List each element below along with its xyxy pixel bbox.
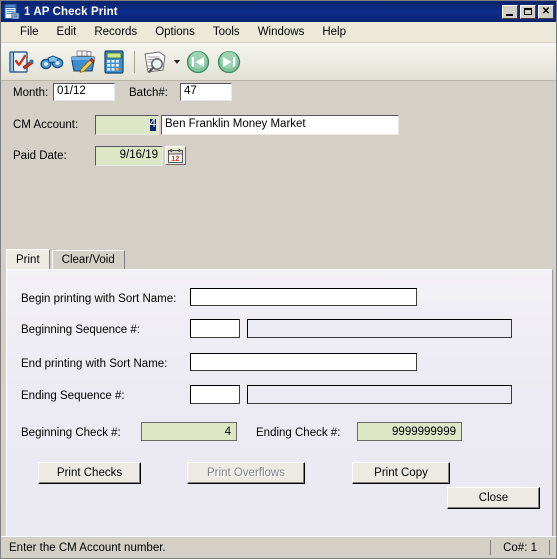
maximize-button[interactable] xyxy=(520,4,536,19)
window-title: 1 AP Check Print xyxy=(24,5,118,18)
print-tab-panel: Begin printing with Sort Name: Beginning… xyxy=(6,269,553,558)
svg-text:12: 12 xyxy=(171,154,179,163)
status-company: Co#: 1 xyxy=(490,540,550,555)
cm-account-label: CM Account: xyxy=(13,119,79,131)
menu-item-help[interactable]: Help xyxy=(313,24,355,40)
ending-sequence-label: Ending Sequence #: xyxy=(21,390,125,402)
calendar-icon[interactable]: 12 xyxy=(165,146,186,165)
cm-account-value: 4 xyxy=(149,118,156,131)
work-area: Month: 01/12 Batch#: 47 CM Account: 4 Be… xyxy=(1,81,556,558)
binoculars-icon[interactable] xyxy=(37,47,67,77)
paid-date-label: Paid Date: xyxy=(13,150,67,162)
ending-check-label: Ending Check #: xyxy=(256,427,341,439)
ap-check-print-window: 1 AP Check Print ✕ File Edit Records Opt… xyxy=(0,0,557,559)
first-record-icon[interactable] xyxy=(183,47,213,77)
month-label: Month: xyxy=(13,87,49,99)
batch-label: Batch#: xyxy=(129,87,168,99)
menu-item-edit[interactable]: Edit xyxy=(48,24,86,40)
beginning-check-label: Beginning Check #: xyxy=(21,427,121,439)
beginning-sequence-label: Beginning Sequence #: xyxy=(21,324,140,336)
month-field[interactable]: 01/12 xyxy=(53,83,115,101)
menu-item-records[interactable]: Records xyxy=(85,24,146,40)
title-bar: 1 AP Check Print ✕ xyxy=(1,1,556,22)
print-overflows-button[interactable]: Print Overflows xyxy=(187,462,305,484)
preview-magnifier-icon[interactable] xyxy=(140,47,170,77)
menu-item-options[interactable]: Options xyxy=(146,24,204,40)
beginning-sequence-description xyxy=(247,319,512,338)
print-copy-button[interactable]: Print Copy xyxy=(352,462,450,484)
beginning-sequence-input[interactable] xyxy=(190,319,240,338)
status-bar: Enter the CM Account number. Co#: 1 xyxy=(1,536,556,558)
toolbar-separator xyxy=(134,50,135,73)
status-message: Enter the CM Account number. xyxy=(9,541,166,554)
minimize-button[interactable] xyxy=(502,4,518,19)
tab-strip: Print Clear/Void xyxy=(6,249,127,270)
end-sort-name-label: End printing with Sort Name: xyxy=(21,358,168,370)
calculator-icon[interactable] xyxy=(99,47,129,77)
tab-clear-void[interactable]: Clear/Void xyxy=(51,250,125,269)
cm-account-description: Ben Franklin Money Market xyxy=(161,115,399,135)
menu-item-windows[interactable]: Windows xyxy=(249,24,314,40)
tab-print[interactable]: Print xyxy=(6,249,50,270)
cm-account-field[interactable]: 4 xyxy=(95,115,159,135)
preview-dropdown-button[interactable] xyxy=(171,47,183,77)
last-record-icon[interactable] xyxy=(214,47,244,77)
print-checks-button[interactable]: Print Checks xyxy=(38,462,141,484)
begin-sort-name-label: Begin printing with Sort Name: xyxy=(21,293,177,305)
menu-item-file[interactable]: File xyxy=(11,24,48,40)
ending-sequence-input[interactable] xyxy=(190,385,240,404)
chevron-down-icon xyxy=(174,59,180,64)
ending-check-input[interactable]: 9999999999 xyxy=(357,422,462,441)
paid-date-field[interactable]: 9/16/19 xyxy=(95,146,163,166)
batch-field[interactable]: 47 xyxy=(180,83,232,101)
close-dialog-button[interactable]: Close xyxy=(447,487,540,509)
menu-item-tools[interactable]: Tools xyxy=(204,24,249,40)
end-sort-name-input[interactable] xyxy=(190,353,417,371)
close-button[interactable]: ✕ xyxy=(538,4,554,19)
checklist-edit-icon[interactable] xyxy=(6,47,36,77)
file-folder-pencil-icon[interactable] xyxy=(68,47,98,77)
beginning-check-input[interactable]: 4 xyxy=(141,422,237,441)
toolbar xyxy=(1,43,556,81)
ending-sequence-description xyxy=(247,385,512,404)
report-document-icon xyxy=(4,4,20,20)
menu-bar: File Edit Records Options Tools Windows … xyxy=(1,22,556,43)
begin-sort-name-input[interactable] xyxy=(190,288,417,306)
window-controls: ✕ xyxy=(502,4,554,19)
